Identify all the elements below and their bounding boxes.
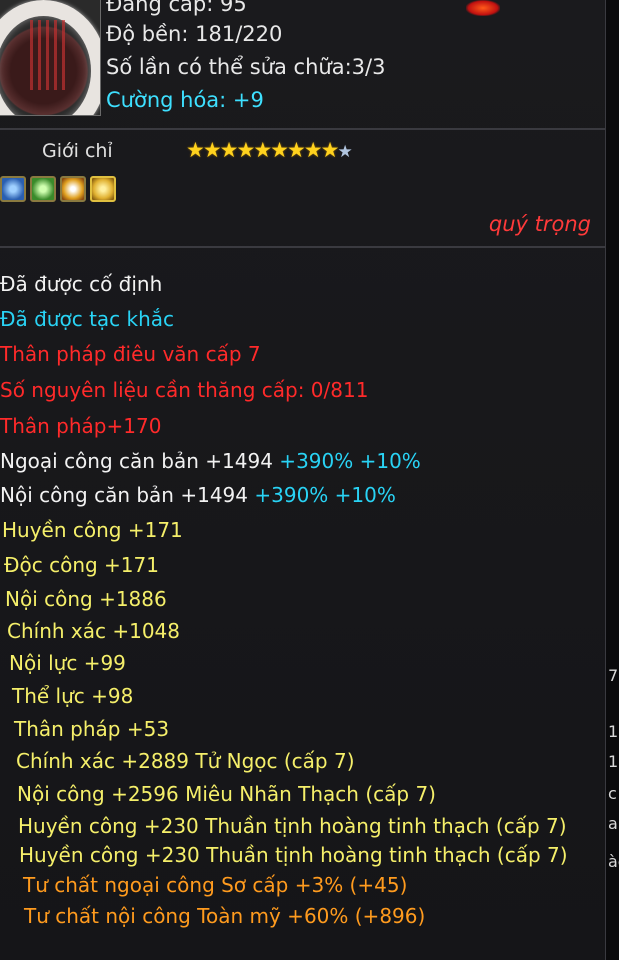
attribute-text: Nội công +1886 bbox=[5, 587, 167, 611]
attribute-text: Ngoại công căn bản +1494 bbox=[0, 449, 273, 473]
blue-gem-icon[interactable] bbox=[0, 176, 26, 202]
attribute-line: Huyền công +171 bbox=[2, 518, 183, 542]
attribute-line: Huyền công +230 Thuần tịnh hoàng tinh th… bbox=[18, 814, 567, 838]
attribute-text: Huyền công +171 bbox=[2, 518, 183, 542]
attribute-line: Độc công +171 bbox=[4, 553, 159, 577]
attribute-text: Số nguyên liệu cần thăng cấp: 0/811 bbox=[0, 378, 369, 402]
attribute-text: Nội công căn bản +1494 bbox=[0, 483, 248, 507]
attribute-line: Ngoại công căn bản +1494 +390% +10% bbox=[0, 449, 421, 473]
gem-sockets bbox=[0, 176, 120, 202]
attribute-text: Thân pháp điêu văn cấp 7 bbox=[0, 342, 261, 366]
green-gem-icon[interactable] bbox=[30, 176, 56, 202]
attribute-text: Huyền công +230 Thuần tịnh hoàng tinh th… bbox=[18, 814, 567, 838]
attribute-text: Huyền công +230 Thuần tịnh hoàng tinh th… bbox=[19, 843, 568, 867]
attribute-line: Nội công +1886 bbox=[5, 587, 167, 611]
flame-icon bbox=[466, 0, 500, 16]
attribute-line: Tư chất nội công Toàn mỹ +60% (+896) bbox=[24, 904, 425, 928]
attribute-text: Chính xác +1048 bbox=[7, 619, 181, 643]
item-icon-frame bbox=[0, 0, 101, 116]
attribute-line: Nội lực +99 bbox=[9, 651, 126, 675]
gold-gem-icon[interactable] bbox=[90, 176, 116, 202]
attribute-text: Thể lực +98 bbox=[12, 684, 134, 708]
attribute-line: Nội công căn bản +1494 +390% +10% bbox=[0, 483, 396, 507]
attribute-line: Chính xác +1048 bbox=[7, 619, 180, 643]
attribute-text: Tư chất ngoại công Sơ cấp +3% (+45) bbox=[23, 873, 408, 897]
edge-glyph: c bbox=[608, 784, 617, 803]
attribute-text: Nội công +2596 Miêu Nhãn Thạch (cấp 7) bbox=[17, 782, 436, 806]
edge-glyph: ai bbox=[608, 814, 619, 833]
attribute-text: Tư chất nội công Toàn mỹ +60% (+896) bbox=[24, 904, 426, 928]
attribute-text: Nội lực +99 bbox=[9, 651, 126, 675]
level-line: Đẳng cấp: 95 bbox=[106, 0, 247, 16]
attribute-line: Nội công +2596 Miêu Nhãn Thạch (cấp 7) bbox=[17, 782, 436, 806]
repair-count-line: Số lần có thể sửa chữa:3/3 bbox=[106, 55, 386, 79]
attribute-bonus: +390% +10% bbox=[248, 483, 396, 507]
attribute-line: Thể lực +98 bbox=[12, 684, 133, 708]
attribute-line: Đã được tạc khắc bbox=[0, 307, 174, 331]
edge-glyph: 1 bbox=[608, 752, 619, 771]
enhance-line: Cường hóa: +9 bbox=[106, 88, 264, 112]
rarity-label: quý trọng bbox=[488, 212, 591, 236]
edge-glyph: ào bbox=[608, 852, 619, 871]
attribute-text: Độc công +171 bbox=[4, 553, 159, 577]
attribute-line: Chính xác +2889 Tử Ngọc (cấp 7) bbox=[16, 749, 355, 773]
attribute-bonus: +390% +10% bbox=[272, 449, 421, 473]
attribute-text: Thân pháp +53 bbox=[14, 717, 170, 741]
attribute-line: Thân pháp +53 bbox=[14, 717, 169, 741]
star-icon: ★ bbox=[337, 142, 353, 162]
attribute-line: Thân pháp điêu văn cấp 7 bbox=[0, 342, 261, 366]
item-category: Giới chỉ bbox=[42, 140, 113, 162]
orange-gem-icon[interactable] bbox=[60, 176, 86, 202]
star-rating: ★★★★★★★★★★ bbox=[186, 138, 353, 162]
ring-pattern bbox=[30, 20, 70, 90]
edge-glyph: 7 bbox=[608, 666, 619, 685]
attribute-line: Tư chất ngoại công Sơ cấp +3% (+45) bbox=[23, 873, 407, 897]
attribute-text: Thân pháp+170 bbox=[0, 414, 162, 438]
attribute-line: Đã được cố định bbox=[0, 272, 162, 296]
divider bbox=[0, 128, 605, 130]
attribute-text: Đã được tạc khắc bbox=[0, 307, 175, 331]
attribute-text: Đã được cố định bbox=[0, 272, 163, 296]
attribute-line: Thân pháp+170 bbox=[0, 414, 161, 438]
edge-glyph: 1 bbox=[608, 722, 619, 741]
item-tooltip-panel: Đẳng cấp: 95 Độ bền: 181/220 Số lần có t… bbox=[0, 0, 607, 960]
divider bbox=[0, 246, 605, 248]
attribute-line: Huyền công +230 Thuần tịnh hoàng tinh th… bbox=[19, 843, 568, 867]
attribute-line: Số nguyên liệu cần thăng cấp: 0/811 bbox=[0, 378, 368, 402]
durability-line: Độ bền: 181/220 bbox=[106, 22, 283, 46]
attribute-text: Chính xác +2889 Tử Ngọc (cấp 7) bbox=[16, 749, 355, 773]
